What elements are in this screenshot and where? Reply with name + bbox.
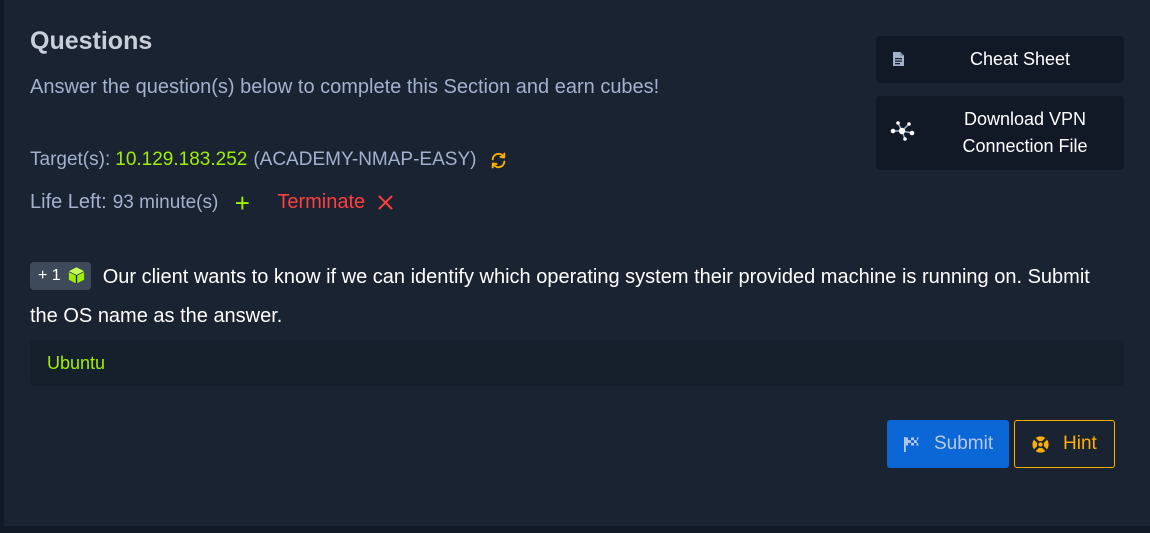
- question-text: Our client wants to know if we can ident…: [30, 266, 1090, 327]
- refresh-icon[interactable]: [490, 152, 507, 169]
- cheat-sheet-button[interactable]: Cheat Sheet: [876, 36, 1124, 83]
- target-line: Target(s): 10.129.183.252 (ACADEMY-NMAP-…: [30, 149, 507, 171]
- terminate-button[interactable]: Terminate: [277, 191, 393, 214]
- section-subtitle: Answer the question(s) below to complete…: [30, 76, 660, 98]
- submit-label: Submit: [934, 433, 994, 454]
- flag-icon: [903, 436, 921, 453]
- answer-field[interactable]: [30, 340, 1124, 386]
- document-icon: [892, 51, 905, 67]
- download-vpn-label-line2: Connection File: [962, 136, 1088, 156]
- extend-life-button[interactable]: +: [232, 190, 252, 216]
- download-vpn-label-line1: Download VPN: [963, 109, 1087, 129]
- life-label: Life Left:: [30, 191, 107, 213]
- cube-icon: [67, 266, 86, 285]
- submit-button[interactable]: Submit: [887, 420, 1009, 468]
- question: + 1 Our client wants to know if we can i…: [30, 258, 1120, 336]
- terminate-label: Terminate: [277, 191, 366, 213]
- life-remaining: 93 minute(s): [112, 191, 219, 213]
- download-vpn-label: Download VPN Connection File: [926, 106, 1124, 160]
- questions-panel: Questions Answer the question(s) below t…: [4, 0, 1150, 526]
- hint-icon: [1031, 435, 1050, 454]
- cheat-sheet-label: Cheat Sheet: [969, 49, 1071, 69]
- network-icon: [890, 120, 916, 142]
- reward-badge: + 1: [30, 261, 91, 290]
- target-label: Target(s):: [30, 149, 111, 170]
- close-icon: [378, 195, 393, 210]
- life-line: Life Left: 93 minute(s) + Terminate: [30, 190, 393, 216]
- hint-button[interactable]: Hint: [1014, 420, 1115, 468]
- section-title: Questions: [30, 27, 153, 55]
- hint-label: Hint: [1063, 433, 1097, 454]
- download-vpn-button[interactable]: Download VPN Connection File: [876, 96, 1124, 170]
- target-hostname: (ACADEMY-NMAP-EASY): [253, 149, 477, 170]
- answer-input[interactable]: [30, 340, 1124, 386]
- reward-amount: + 1: [38, 267, 61, 285]
- target-ip[interactable]: 10.129.183.252: [115, 149, 247, 171]
